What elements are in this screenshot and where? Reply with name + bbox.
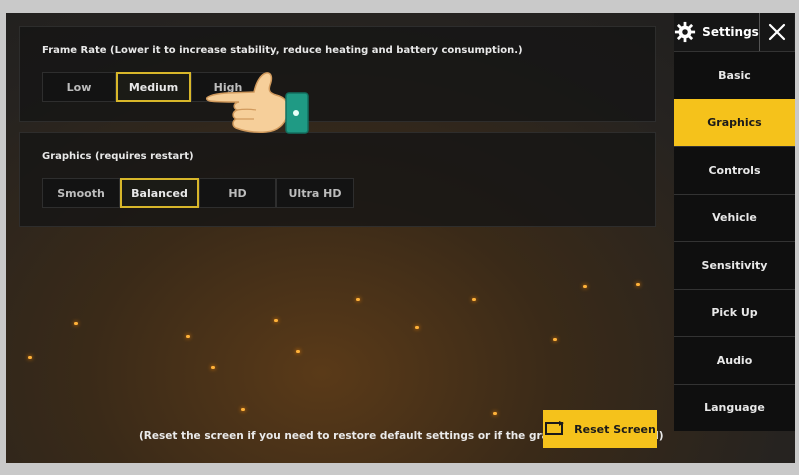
- frame-rate-panel: Frame Rate (Lower it to increase stabili…: [19, 26, 656, 122]
- game-settings-screen: Frame Rate (Lower it to increase stabili…: [6, 13, 795, 463]
- ember-particle: [74, 322, 78, 325]
- frame-rate-low-option[interactable]: Low: [42, 72, 116, 102]
- sidebar-item-pick-up[interactable]: Pick Up: [674, 288, 795, 336]
- sidebar-item-language[interactable]: Language: [674, 383, 795, 431]
- sidebar-item-sensitivity[interactable]: Sensitivity: [674, 241, 795, 289]
- ember-particle: [493, 412, 497, 415]
- graphics-title: Graphics (requires restart): [42, 151, 194, 162]
- sidebar-item-controls[interactable]: Controls: [674, 146, 795, 194]
- ember-particle: [186, 335, 190, 338]
- graphics-ultra-hd-option[interactable]: Ultra HD: [276, 178, 354, 208]
- reset-screen-label: Reset Screen: [574, 422, 656, 436]
- frame-rate-medium-option[interactable]: Medium: [116, 72, 191, 102]
- frame-rate-title: Frame Rate (Lower it to increase stabili…: [42, 45, 523, 56]
- reset-screen-icon: [544, 420, 566, 439]
- ember-particle: [356, 298, 360, 301]
- ember-particle: [274, 319, 278, 322]
- graphics-balanced-option[interactable]: Balanced: [120, 178, 199, 208]
- sidebar-item-vehicle[interactable]: Vehicle: [674, 193, 795, 241]
- settings-tab-label: Settings: [702, 25, 759, 39]
- ember-particle: [28, 356, 32, 359]
- ember-particle: [472, 298, 476, 301]
- close-button[interactable]: [760, 13, 794, 51]
- close-icon: [768, 23, 786, 41]
- sidebar-item-graphics[interactable]: Graphics: [674, 98, 795, 146]
- reset-screen-button[interactable]: Reset Screen: [543, 410, 657, 448]
- settings-tab[interactable]: Settings: [674, 13, 760, 51]
- settings-sidebar: Settings Basic Graphics Controls Vehicle…: [674, 13, 795, 463]
- sidebar-header: Settings: [674, 13, 795, 51]
- ember-particle: [583, 285, 587, 288]
- pointing-hand-icon: [205, 71, 311, 141]
- gear-icon: [674, 21, 696, 43]
- ember-particle: [241, 408, 245, 411]
- ember-particle: [296, 350, 300, 353]
- graphics-selector: Smooth Balanced HD Ultra HD: [42, 178, 354, 208]
- ember-particle: [636, 283, 640, 286]
- ember-particle: [211, 366, 215, 369]
- sidebar-item-basic[interactable]: Basic: [674, 51, 795, 99]
- sidebar-item-audio[interactable]: Audio: [674, 336, 795, 384]
- graphics-hd-option[interactable]: HD: [199, 178, 276, 208]
- ember-particle: [553, 338, 557, 341]
- ember-particle: [415, 326, 419, 329]
- graphics-panel: Graphics (requires restart) Smooth Balan…: [19, 132, 656, 227]
- graphics-smooth-option[interactable]: Smooth: [42, 178, 120, 208]
